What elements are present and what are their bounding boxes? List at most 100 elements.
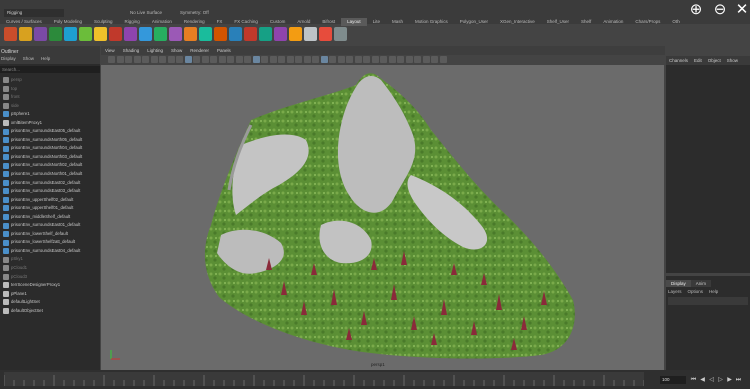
- shelf-tool-icon[interactable]: [274, 27, 287, 41]
- tab-anim[interactable]: Anim: [690, 280, 712, 287]
- outliner-item[interactable]: xmlBitemProxy1: [0, 119, 100, 128]
- go-to-end-icon[interactable]: ⏭: [735, 376, 742, 384]
- viewport-tool-icon[interactable]: [176, 56, 183, 63]
- outliner-item[interactable]: prisonEnv_middleShelf_default: [0, 213, 100, 222]
- shelf-tab[interactable]: Arnold: [291, 18, 316, 26]
- shelf-tool-icon[interactable]: [4, 27, 17, 41]
- outliner-item[interactable]: pSphere1: [0, 110, 100, 119]
- viewport-tool-icon[interactable]: [405, 56, 413, 63]
- shelf-tool-icon[interactable]: [94, 27, 107, 41]
- viewport-tool-icon[interactable]: [159, 56, 166, 63]
- shelf-tool-icon[interactable]: [259, 27, 272, 41]
- shelf-tool-icon[interactable]: [289, 27, 302, 41]
- shelf-tool-icon[interactable]: [334, 27, 347, 41]
- viewport-tool-icon[interactable]: [312, 56, 319, 63]
- outliner-item[interactable]: terrSceneDesignerProxy1: [0, 281, 100, 290]
- shelf-tab[interactable]: XGen_Interactive: [494, 18, 541, 26]
- 3d-viewport[interactable]: [101, 65, 664, 370]
- shelf-tool-icon[interactable]: [319, 27, 332, 41]
- outliner-item[interactable]: persp: [0, 76, 100, 85]
- shelf-tab[interactable]: Animation: [597, 18, 629, 26]
- outliner-item[interactable]: pSky1: [0, 255, 100, 264]
- outliner-item[interactable]: defaultObjectSet: [0, 307, 100, 316]
- viewport-tool-icon[interactable]: [337, 56, 345, 63]
- outliner-item[interactable]: prisonEnv_surroundsEast04_default: [0, 247, 100, 256]
- viewport-tool-icon[interactable]: [431, 56, 438, 63]
- shelf-tab[interactable]: Motion Graphics: [409, 18, 454, 26]
- outliner-item[interactable]: prisonEnv_upperShelf02_default: [0, 196, 100, 205]
- step-forward-icon[interactable]: ▶: [726, 376, 733, 384]
- shelf-tab[interactable]: FX: [211, 18, 229, 26]
- viewport-tool-icon[interactable]: [439, 56, 447, 63]
- outliner-item[interactable]: prisonEnv_surroundsNorth03_default: [0, 153, 100, 162]
- shelf-tab[interactable]: Custom: [264, 18, 292, 26]
- viewport-tool-icon[interactable]: [380, 56, 387, 63]
- shelf-tab[interactable]: Rigging: [119, 18, 146, 26]
- shelf-tab[interactable]: Animation: [146, 18, 178, 26]
- outliner-item[interactable]: defaultLightSet: [0, 298, 100, 307]
- time-ruler[interactable]: [3, 372, 645, 386]
- viewport-menu-panels[interactable]: Panels: [217, 46, 231, 55]
- shelf-tab[interactable]: Other_Tools: [666, 18, 680, 26]
- outliner-item[interactable]: prisonEnv_surroundsEast05_default: [0, 127, 100, 136]
- viewport-tool-icon[interactable]: [303, 56, 311, 63]
- shelf-tab[interactable]: Lite: [367, 18, 386, 26]
- viewport-tool-icon[interactable]: [142, 56, 149, 63]
- layer-menu-help[interactable]: Help: [709, 289, 718, 294]
- outliner-item[interactable]: prisonEnv_surroundsEast01_default: [0, 221, 100, 230]
- viewport-tool-icon[interactable]: [218, 56, 226, 63]
- shelf-tab[interactable]: Sculpting: [88, 18, 119, 26]
- channel-box-menu-show[interactable]: Show: [727, 56, 738, 65]
- layer-menu-options[interactable]: Options: [688, 289, 704, 294]
- viewport-tool-icon[interactable]: [244, 56, 251, 63]
- play-forward-icon[interactable]: ▷: [717, 376, 724, 384]
- shelf-tool-icon[interactable]: [34, 27, 47, 41]
- step-back-icon[interactable]: ◀: [699, 376, 706, 384]
- shelf-tool-icon[interactable]: [124, 27, 137, 41]
- viewport-menu-show[interactable]: Show: [171, 46, 182, 55]
- shelf-tab[interactable]: Polygon_User: [454, 18, 494, 26]
- layer-menu-layers[interactable]: Layers: [668, 289, 682, 294]
- viewport-tool-icon[interactable]: [235, 56, 243, 63]
- viewport-tool-icon[interactable]: [320, 56, 328, 63]
- shelf-tab[interactable]: Layout: [341, 18, 367, 26]
- go-to-start-icon[interactable]: ⏮: [690, 376, 697, 384]
- viewport-tool-icon[interactable]: [346, 56, 353, 63]
- shelf-tool-icon[interactable]: [49, 27, 62, 41]
- menu-set-dropdown[interactable]: Rigging: [4, 9, 64, 17]
- outliner-item[interactable]: prisonEnv_lowerShelf2att_default: [0, 238, 100, 247]
- viewport-tool-icon[interactable]: [201, 56, 209, 63]
- viewport-tool-icon[interactable]: [167, 56, 175, 63]
- outliner-item[interactable]: top: [0, 85, 100, 94]
- viewport-tool-icon[interactable]: [150, 56, 158, 63]
- viewport-tool-icon[interactable]: [184, 56, 192, 63]
- outliner-item[interactable]: prisonEnv_surroundsEast03_default: [0, 187, 100, 196]
- tab-display[interactable]: Display: [666, 280, 691, 287]
- shelf-tool-icon[interactable]: [139, 27, 152, 41]
- outliner-item[interactable]: prisonEnv_surroundsNorth02_default: [0, 161, 100, 170]
- shelf-tool-icon[interactable]: [64, 27, 77, 41]
- shelf-tool-icon[interactable]: [19, 27, 32, 41]
- viewport-menu-renderer[interactable]: Renderer: [190, 46, 209, 55]
- viewport-tool-icon[interactable]: [116, 56, 124, 63]
- zoom-out-icon[interactable]: ⊖: [712, 2, 728, 18]
- viewport-tool-icon[interactable]: [227, 56, 234, 63]
- outliner-item[interactable]: prisonEnv_upperShelf01_default: [0, 204, 100, 213]
- viewport-menu-shading[interactable]: Shading: [123, 46, 140, 55]
- viewport-tool-icon[interactable]: [261, 56, 268, 63]
- shelf-tool-icon[interactable]: [304, 27, 317, 41]
- viewport-tool-icon[interactable]: [269, 56, 277, 63]
- viewport-tool-icon[interactable]: [371, 56, 379, 63]
- viewport-tool-icon[interactable]: [295, 56, 302, 63]
- viewport-tool-icon[interactable]: [252, 56, 260, 63]
- viewport-tool-icon[interactable]: [133, 56, 141, 63]
- outliner-item[interactable]: pPlane1: [0, 290, 100, 299]
- shelf-tool-icon[interactable]: [244, 27, 257, 41]
- shelf-tool-icon[interactable]: [229, 27, 242, 41]
- viewport-tool-icon[interactable]: [210, 56, 217, 63]
- shelf-tab[interactable]: FX Caching: [228, 18, 264, 26]
- shelf-tab[interactable]: Poly Modeling: [48, 18, 88, 26]
- viewport-menu-view[interactable]: View: [105, 46, 115, 55]
- shelf-tab[interactable]: Bifrost: [316, 18, 341, 26]
- outliner-item[interactable]: pCloud3: [0, 273, 100, 282]
